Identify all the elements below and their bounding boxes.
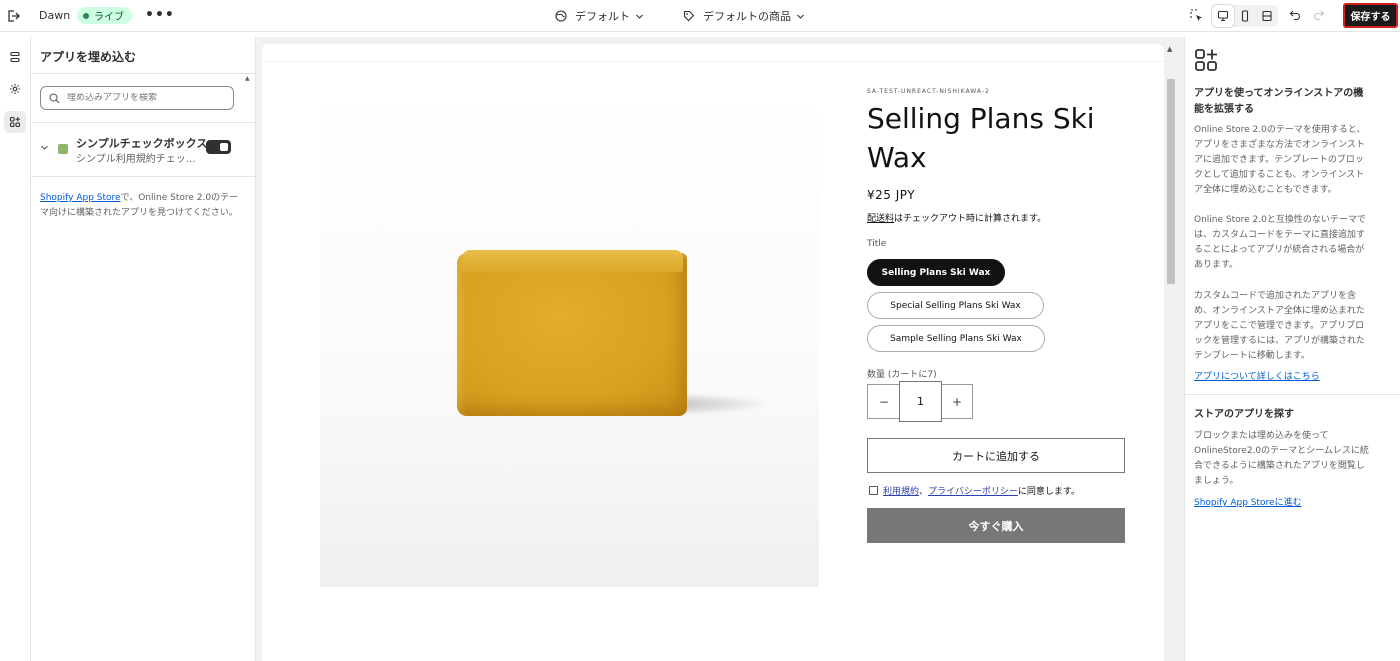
scroll-up-icon[interactable]: ▲ [1167,45,1172,53]
help-panel: アプリを使ってオンラインストアの機能を拡張する Online Store 2.0… [1184,37,1400,661]
shipping-link[interactable]: 配送料 [867,214,894,224]
app-embeds-icon[interactable] [4,111,26,133]
help-paragraph: カスタムコードで追加されたアプリを含め、オンラインストア全体に埋め込まれたアプリ… [1194,291,1366,361]
chevron-down-icon [636,14,643,19]
add-to-cart-button[interactable]: カートに追加する [867,438,1125,473]
exit-icon[interactable] [6,8,22,24]
divider [31,122,256,123]
terms-agreement: 利用規約 、 プライバシーポリシー に同意します。 [869,484,1080,497]
search-input[interactable] [67,93,227,103]
toggle-knob [220,143,228,151]
save-button[interactable]: 保存する [1343,3,1398,28]
store-apps-text: ブロックまたは埋め込みを使ってOnlineStore2.0のテーマとシームレスに… [1194,431,1369,486]
mobile-view-icon[interactable] [1234,5,1256,27]
more-actions-button[interactable]: ••• [145,7,175,23]
divider [1185,394,1400,395]
terms-link[interactable]: 利用規約 [883,484,919,497]
fullscreen-view-icon[interactable] [1256,5,1278,27]
divider [31,176,256,177]
globe-icon [555,10,567,22]
app-icon [58,144,68,154]
option-label: Title [867,239,887,249]
header-divider [262,61,1164,62]
app-description: シンプル利用規約チェッ… [76,154,196,165]
theme-name[interactable]: Dawn [39,9,70,22]
product-price: ¥25 JPY [867,188,916,202]
learn-more-link[interactable]: アプリについて詳しくはこちら [1194,369,1320,382]
product-selector[interactable]: デフォルトの商品 [683,8,805,24]
desktop-view-icon[interactable] [1212,5,1234,27]
product-label: デフォルトの商品 [703,10,791,23]
quantity-minus-button[interactable]: − [868,385,900,418]
preview-scrollbar-thumb[interactable] [1167,79,1175,284]
app-store-info: Shopify App Storeで、Online Store 2.0のテーマ向… [40,191,240,221]
undo-icon[interactable] [1289,9,1301,21]
scroll-up-icon[interactable]: ▲ [245,75,250,82]
quantity-stepper: − 1 + [867,381,973,422]
help-heading: アプリを使ってオンラインストアの機能を拡張する [1194,88,1364,115]
chevron-down-icon [797,14,804,19]
device-preview-group [1212,5,1278,27]
search-field[interactable] [40,86,234,110]
live-status-label: ライブ [94,12,124,23]
product-image[interactable] [320,88,819,587]
theme-settings-gear-icon[interactable] [4,78,26,100]
shopify-app-store-link[interactable]: Shopify App Store [40,193,121,203]
live-dot-icon [83,12,89,19]
variant-option[interactable]: Selling Plans Ski Wax [867,259,1005,286]
top-bar: Dawn ライブ ••• デフォルト デフォルトの商品 保存する [0,0,1400,32]
live-status-badge: ライブ [77,7,132,24]
tag-icon [683,10,695,22]
product-vendor: SA-TEST-UNREACT-NISHIKAWA-2 [867,88,990,95]
search-icon [49,92,60,103]
panel-title: アプリを埋め込む [40,50,137,64]
app-embed-item[interactable]: シンプルチェックボックス シンプル利用規約チェッ… [40,135,245,165]
quantity-plus-button[interactable]: + [941,385,973,418]
wax-block-top [462,250,683,272]
help-paragraph: Online Store 2.0と互換性のないテーマでは、カスタムコードをテーマ… [1194,215,1366,270]
inspector-icon[interactable] [1190,9,1203,22]
template-label: デフォルト [575,10,630,23]
quantity-input[interactable]: 1 [899,381,942,422]
redo-icon[interactable] [1313,9,1325,21]
quantity-label: 数量 (カートに7) [867,370,937,380]
terms-separator: 、 [919,487,929,497]
help-paragraph: Online Store 2.0のテーマを使用すると、アプリをさまざまな方法でオ… [1194,125,1366,195]
terms-suffix: に同意します。 [1017,487,1080,497]
shipping-text: はチェックアウト時に計算されます。 [894,214,1047,224]
apps-plus-icon [1195,49,1217,71]
sections-icon[interactable] [4,46,26,68]
shipping-note: 配送料はチェックアウト時に計算されます。 [867,211,1046,224]
divider [31,73,256,74]
buy-now-button[interactable]: 今すぐ購入 [867,508,1125,543]
template-selector[interactable]: デフォルト [555,8,644,24]
app-name: シンプルチェックボックス [76,137,208,150]
app-embeds-panel: アプリを埋め込む ▲ シンプルチェックボックス シンプル利用規約チェッ… Sho… [31,37,256,661]
privacy-policy-link[interactable]: プライバシーポリシー [928,484,1018,497]
variant-option[interactable]: Sample Selling Plans Ski Wax [867,325,1045,352]
chevron-down-icon[interactable] [40,143,49,152]
store-preview: SA-TEST-UNREACT-NISHIKAWA-2 Selling Plan… [262,44,1164,661]
left-rail [0,37,31,661]
store-apps-heading: ストアのアプリを探す [1194,409,1294,420]
wax-block [457,253,687,416]
variant-option[interactable]: Special Selling Plans Ski Wax [867,292,1044,319]
terms-checkbox[interactable] [869,486,878,495]
app-store-link[interactable]: Shopify App Storeに進む [1194,495,1302,508]
product-title: Selling Plans Ski Wax [867,102,1095,174]
app-enable-toggle[interactable] [206,140,231,154]
